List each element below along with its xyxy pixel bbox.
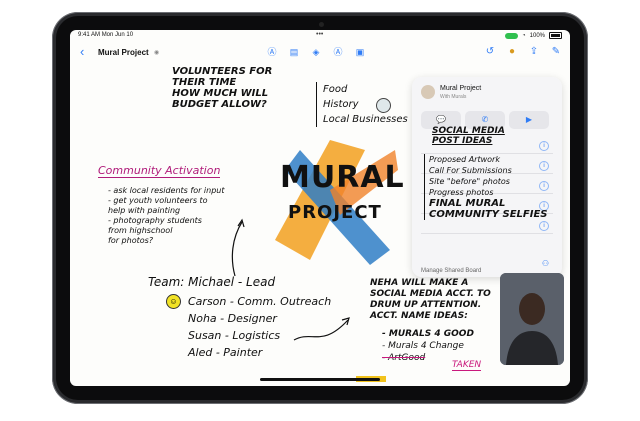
facetime-video-tile[interactable] — [500, 273, 564, 365]
shape-tool-icon[interactable]: ◈ — [310, 46, 322, 58]
neha-line: DRUM UP ATTENTION. — [370, 300, 482, 310]
list-item: Food — [323, 84, 348, 95]
volunteer-line: BUDGET ALLOW? — [172, 99, 267, 110]
status-bar: 9:41 AM Mon Jun 10 ••• ◔ 100% — [70, 30, 570, 42]
list-item: from highschool — [108, 226, 173, 235]
new-board-icon[interactable]: ✎ — [550, 46, 562, 58]
list-item: - photography students — [108, 216, 202, 225]
video-icon[interactable]: ▶ — [509, 111, 549, 129]
list-item: - Murals 4 Change — [382, 341, 464, 351]
participant-row[interactable]: i — [421, 219, 553, 234]
list-item: Carson - Comm. Outreach — [188, 295, 332, 308]
list-item: Site "before" photos — [429, 177, 510, 186]
list-item: FINAL MURAL — [429, 198, 506, 209]
undo-icon[interactable]: ↺ — [484, 46, 496, 58]
manage-label: Manage Shared Board — [421, 268, 482, 274]
name-ideas-list[interactable]: - MURALS 4 GOOD - Murals 4 Change - ArtG… — [382, 328, 474, 364]
arrow-to-neha-icon — [293, 317, 350, 341]
social-heading[interactable]: SOCIAL MEDIA POST IDEAS — [432, 126, 505, 146]
ipad-device: 9:41 AM Mon Jun 10 ••• ◔ 100% ‹ Mural Pr… — [52, 12, 588, 404]
home-indicator[interactable] — [260, 378, 380, 381]
arrow-to-team-icon — [231, 218, 245, 277]
screen: 9:41 AM Mon Jun 10 ••• ◔ 100% ‹ Mural Pr… — [70, 30, 570, 386]
community-heading[interactable]: Community Activation — [98, 164, 221, 178]
neha-line: SOCIAL MEDIA ACCT. TO — [370, 289, 491, 299]
social-list[interactable]: Proposed Artwork Call For Submissions Si… — [424, 154, 548, 220]
title-menu-icon[interactable]: ◉ — [154, 49, 159, 56]
list-item: - MURALS 4 GOOD — [382, 329, 474, 339]
collaborators-icon[interactable]: ● — [506, 46, 518, 58]
list-item: Proposed Artwork — [429, 155, 500, 164]
topics-list[interactable]: Food History Local Businesses — [316, 82, 408, 127]
manage-shared-board-button[interactable]: Manage Shared Board ⚇ — [421, 259, 553, 274]
list-item: for photos? — [108, 236, 154, 245]
taken-label[interactable]: TAKEN — [452, 360, 482, 371]
list-item: Local Businesses — [323, 114, 408, 125]
volunteer-line: HOW MUCH WILL — [172, 88, 269, 99]
back-chevron-icon[interactable]: ‹ — [80, 44, 84, 59]
team-heading[interactable]: Team: Michael - Lead — [148, 275, 275, 289]
battery-percent: 100% — [529, 32, 545, 39]
participant-video-icon — [500, 273, 564, 365]
text-tool-icon[interactable]: Ⓐ — [332, 46, 344, 58]
toolbar-right: ↺ ● ⇪ ✎ — [484, 46, 562, 58]
volunteer-note[interactable]: VOLUNTEERS FOR THEIR TIME HOW MUCH WILL … — [172, 66, 272, 110]
list-item: Call For Submissions — [429, 166, 512, 175]
neha-note[interactable]: NEHA WILL MAKE A SOCIAL MEDIA ACCT. TO D… — [370, 278, 491, 322]
neha-line: NEHA WILL MAKE A — [370, 278, 469, 288]
pen-tool-icon[interactable]: Ⓐ — [266, 46, 278, 58]
share-icon[interactable]: ⇪ — [528, 46, 540, 58]
list-item: History — [323, 99, 359, 110]
call-indicator-icon[interactable] — [505, 32, 519, 39]
list-item: help with painting — [108, 206, 181, 215]
social-heading-line: SOCIAL MEDIA — [432, 126, 505, 136]
info-icon[interactable]: i — [539, 221, 549, 231]
smiley-sticker-icon[interactable]: ☺ — [166, 294, 181, 309]
list-tool-icon[interactable]: ▤ — [288, 46, 300, 58]
battery-icon — [549, 32, 562, 39]
list-item: COMMUNITY SELFIES — [429, 209, 548, 220]
globe-sticker-icon[interactable] — [376, 98, 391, 113]
media-tool-icon[interactable]: ▣ — [354, 46, 366, 58]
status-right: ◔ 100% — [505, 32, 562, 39]
board-thumbnail — [421, 85, 435, 99]
logo-mural-text: MURAL — [280, 160, 405, 195]
popover-title: Mural Project — [440, 85, 482, 92]
social-heading-line: POST IDEAS — [432, 136, 493, 146]
toolbar: ‹ Mural Project ◉ Ⓐ ▤ ◈ Ⓐ ▣ ↺ ● ⇪ ✎ — [70, 44, 570, 62]
info-icon[interactable]: i — [539, 141, 549, 151]
volunteer-line: VOLUNTEERS FOR — [172, 66, 273, 77]
multitasking-dots-icon[interactable]: ••• — [316, 31, 323, 38]
list-item: Progress photos — [429, 188, 494, 197]
people-icon: ⚇ — [541, 259, 549, 268]
popover-subtitle: With Murals — [440, 94, 467, 100]
mural-logo-strokes — [275, 140, 398, 265]
front-camera — [319, 22, 324, 27]
insert-tools: Ⓐ ▤ ◈ Ⓐ ▣ — [266, 46, 366, 58]
volunteer-line: THEIR TIME — [172, 77, 237, 88]
board-title[interactable]: Mural Project — [98, 48, 149, 57]
neha-line: ACCT. NAME IDEAS: — [370, 311, 468, 321]
list-item: - get youth volunteers to — [108, 196, 208, 205]
logo-project-text: PROJECT — [288, 202, 382, 223]
status-time: 9:41 AM Mon Jun 10 — [78, 32, 134, 38]
list-item: - ask local residents for input — [108, 186, 225, 195]
wifi-icon: ◔ — [522, 32, 526, 39]
community-list[interactable]: - ask local residents for input - get yo… — [108, 186, 225, 246]
mural-logo-artwork[interactable]: MURAL PROJECT — [270, 130, 404, 270]
